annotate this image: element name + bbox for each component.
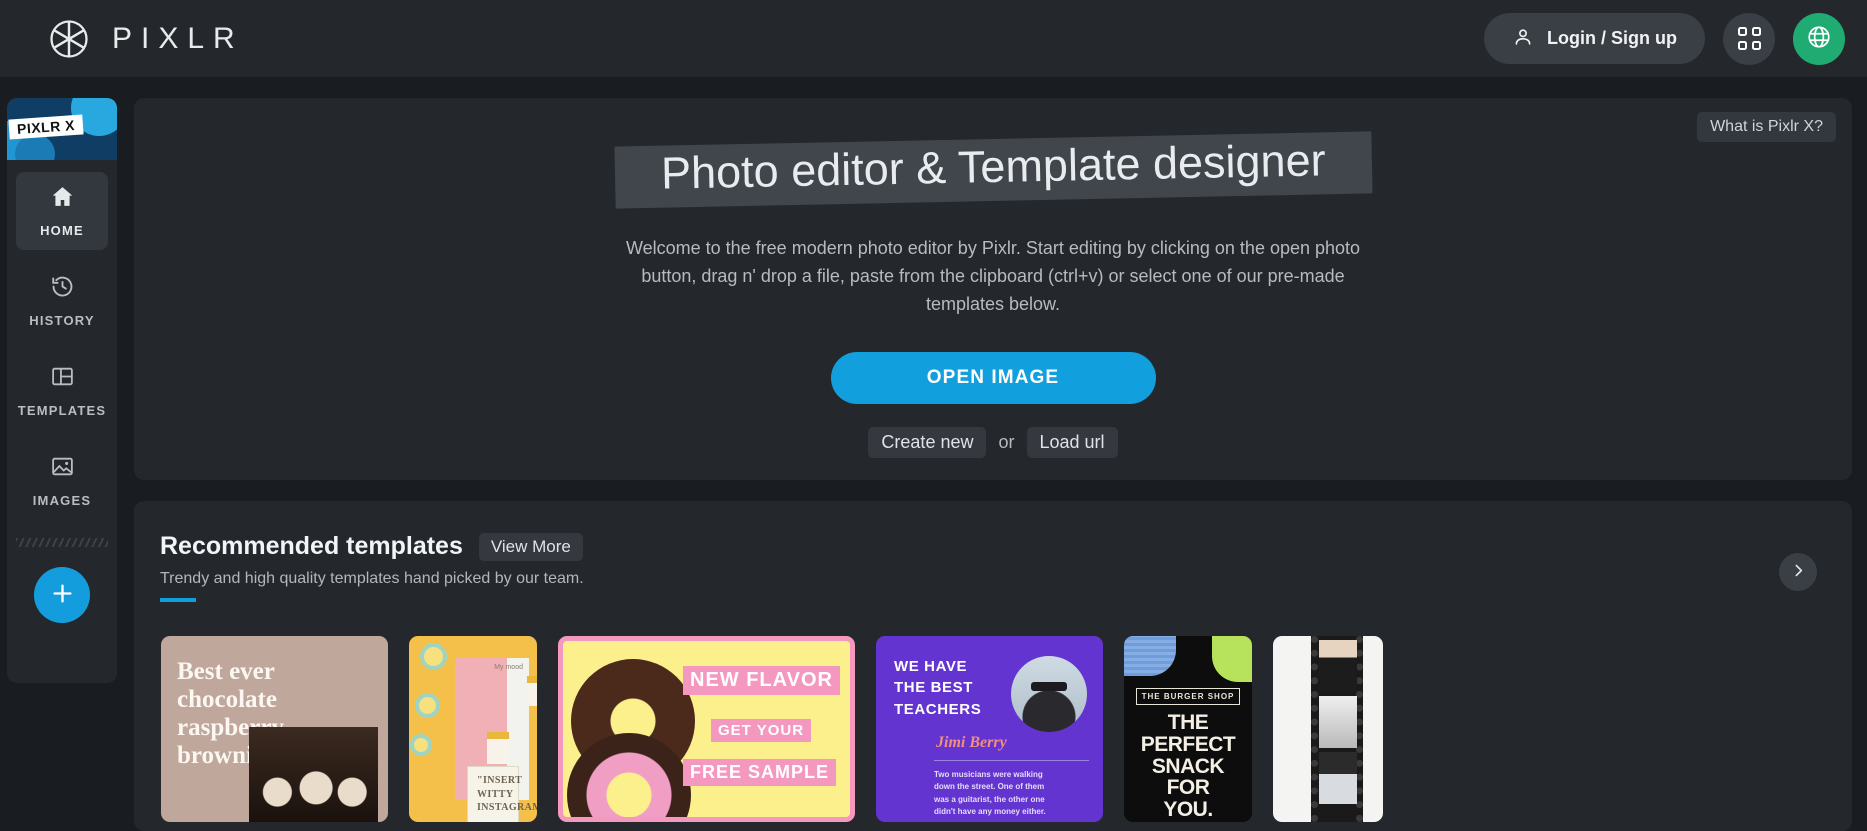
decorative-bottle-icon (527, 676, 537, 706)
template-card-photo (249, 727, 378, 822)
history-clock-icon (50, 274, 75, 304)
template-card-filmstrip[interactable] (1273, 636, 1383, 822)
home-icon (50, 184, 75, 214)
template-card-subline: FREE SAMPLE (683, 759, 837, 786)
template-card-donuts[interactable]: NEW FLAVOR GET YOUR FREE SAMPLE (558, 636, 855, 822)
template-card-subline: GET YOUR (711, 719, 812, 742)
filmstrip-frame (1319, 752, 1357, 804)
top-bar: PIXLR Login / Sign up (0, 0, 1867, 77)
template-card-headline: NEW FLAVOR (683, 666, 840, 695)
template-card-headline: THE PERFECT SNACK FOR YOU. (1140, 711, 1236, 822)
what-is-pixlr-x-button[interactable]: What is Pixlr X? (1697, 112, 1836, 142)
login-signup-button[interactable]: Login / Sign up (1484, 13, 1705, 64)
chevron-right-icon (1790, 562, 1807, 582)
hero-description: Welcome to the free modern photo editor … (625, 238, 1361, 314)
template-card-instagram[interactable]: My mood "INSERT WITTY INSTAGRAM (409, 636, 537, 822)
template-card-headline: "INSERT WITTY INSTAGRAM (467, 766, 537, 822)
aperture-logo-icon (48, 18, 90, 60)
sidebar-preview-tag: PIXLR X (8, 114, 84, 140)
language-button[interactable] (1793, 12, 1845, 65)
carousel-next-button[interactable] (1779, 553, 1817, 591)
template-card-teachers[interactable]: WE HAVE THE BEST TEACHERS Jimi Berry Two… (876, 636, 1103, 822)
templates-header: Recommended templates View More (160, 532, 1852, 561)
add-new-button[interactable] (34, 567, 90, 623)
template-card-body: Two musicians were walking down the stre… (934, 770, 1046, 817)
sidebar-item-label: TEMPLATES (17, 403, 107, 418)
filmstrip-frame (1319, 640, 1357, 692)
sidebar-preview-thumbnail[interactable]: PIXLR X (7, 98, 117, 160)
top-bar-actions: Login / Sign up (1484, 12, 1845, 65)
divider (934, 760, 1089, 761)
sidebar-item-history[interactable]: HISTORY (16, 262, 108, 340)
sidebar-item-images[interactable]: IMAGES (16, 442, 108, 520)
hero-panel: What is Pixlr X? Photo editor & Template… (134, 98, 1852, 480)
template-card-burger[interactable]: THE BURGER SHOP THE PERFECT SNACK FOR YO… (1124, 636, 1252, 822)
apps-grid-button[interactable] (1723, 12, 1775, 65)
decorative-bottle-icon (487, 732, 509, 764)
templates-carousel[interactable]: Best ever chocolate raspberry brownies M… (161, 636, 1383, 822)
image-picture-icon (50, 454, 75, 484)
templates-subtitle: Trendy and high quality templates hand p… (160, 570, 584, 587)
decorative-ring-icon (415, 693, 440, 718)
decorative-ring-icon (420, 643, 447, 670)
open-image-button[interactable]: OPEN IMAGE (830, 351, 1156, 404)
avatar (1011, 656, 1087, 732)
decorative-shape-green (1212, 636, 1252, 682)
login-signup-label: Login / Sign up (1547, 28, 1677, 48)
user-icon (1512, 26, 1534, 51)
templates-layout-icon (50, 364, 75, 394)
view-more-button[interactable]: View More (478, 532, 583, 561)
templates-title: Recommended templates (160, 532, 463, 560)
sidebar: PIXLR X HOME HISTORY TEMPLATES IMAGES (7, 98, 117, 683)
plus-icon (49, 580, 76, 610)
filmstrip-frame (1319, 696, 1357, 748)
alternate-actions: Create new or Load url (868, 426, 1118, 458)
sidebar-item-home[interactable]: HOME (16, 172, 108, 250)
create-new-button[interactable]: Create new (868, 426, 987, 458)
brand-name: PIXLR (112, 21, 244, 55)
decorative-ring-icon (410, 734, 432, 756)
template-card-headline: WE HAVE THE BEST TEACHERS (894, 658, 982, 718)
sidebar-divider (16, 538, 108, 547)
globe-icon (1806, 24, 1832, 53)
or-label: or (998, 431, 1015, 452)
template-card-brownies[interactable]: Best ever chocolate raspberry brownies (161, 636, 388, 822)
grid-apps-icon (1737, 27, 1761, 50)
template-card-tag: THE BURGER SHOP (1136, 688, 1240, 705)
page-title: Photo editor & Template designer (660, 134, 1326, 199)
load-url-button[interactable]: Load url (1026, 426, 1118, 458)
sidebar-item-label: IMAGES (32, 493, 92, 508)
brand-logo[interactable]: PIXLR (48, 18, 244, 60)
decorative-shape-blue (1124, 636, 1176, 676)
sidebar-item-label: HOME (40, 223, 84, 238)
sidebar-item-templates[interactable]: TEMPLATES (16, 352, 108, 430)
hero-title-wrapper: Photo editor & Template designer (614, 131, 1372, 209)
sidebar-item-label: HISTORY (29, 313, 95, 328)
template-card-author: Jimi Berry (936, 734, 1007, 751)
template-card-tiny-text: My mood (494, 664, 523, 671)
templates-accent-bar (160, 598, 196, 602)
